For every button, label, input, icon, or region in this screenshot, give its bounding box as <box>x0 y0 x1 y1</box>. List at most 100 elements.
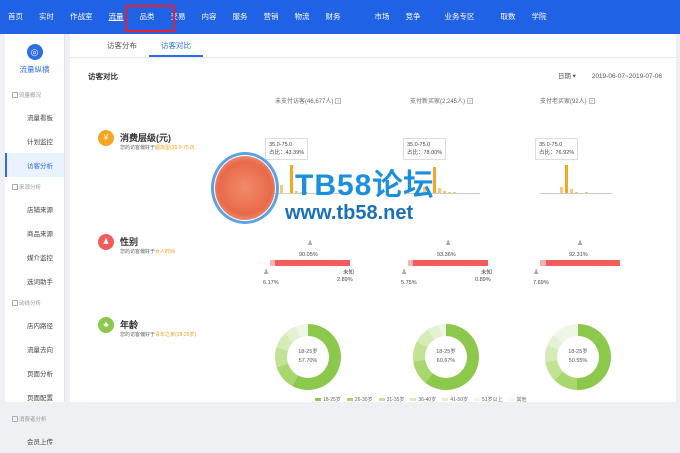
age-icon: ♣ <box>98 317 114 333</box>
age-donut: 18-25岁 60.67% <box>413 324 479 390</box>
hand-logo-icon <box>211 152 279 224</box>
consume-title: 消费层级(元) <box>120 133 171 143</box>
help-icon[interactable]: ? <box>467 98 474 104</box>
age-label: 18-25岁 <box>436 349 456 355</box>
sidebar-item[interactable]: 流量去向 <box>5 337 64 361</box>
unknown-label: 未知 <box>343 270 355 276</box>
nav-item[interactable]: 服务 <box>225 0 256 34</box>
donut-center: 18-25岁 57.70% <box>287 336 329 378</box>
watermark-text1: TB58论坛 <box>295 169 435 202</box>
sidebar-item[interactable]: 商品来源 <box>5 221 64 245</box>
sidebar-item[interactable]: 店内路径 <box>5 313 64 337</box>
female-percent: 92.31% <box>569 252 588 258</box>
male-fill <box>270 260 275 266</box>
sidebar-group-label: 来源分析 <box>5 177 64 197</box>
male-fill <box>540 260 547 266</box>
tab-item[interactable]: 访客对比 <box>149 34 203 57</box>
nav-item[interactable]: 学院 <box>524 0 555 34</box>
age-donut: 18-25岁 57.70% <box>275 324 341 390</box>
male-person-icon: ♟ <box>401 269 408 276</box>
male-percent: 5.75% <box>401 280 417 286</box>
column-header-new-buyers: 支付新买家(2,245人)? <box>410 98 474 105</box>
age-label: 18-25岁 <box>298 349 318 355</box>
tab-item[interactable]: 访客分布 <box>95 34 149 57</box>
sidebar-item[interactable]: 店铺来源 <box>5 197 64 221</box>
bar <box>570 189 573 193</box>
date-range[interactable]: 日期 ▾ 2019-06-07~2019-07-06 <box>558 70 662 80</box>
sidebar-item[interactable]: 会员上传 <box>5 429 64 453</box>
age-title: 年龄 <box>120 320 139 330</box>
nav-item[interactable]: 营销 <box>256 0 287 34</box>
sidebar-title: 流量纵横 <box>19 65 50 74</box>
tooltip-range: 35.0-75.0 <box>269 142 293 148</box>
unknown-percent: 2.89% <box>337 277 353 283</box>
female-person-icon: ♟ <box>445 240 452 247</box>
traffic-icon: ◎ <box>26 44 43 60</box>
gender-bar <box>408 260 488 266</box>
sidebar-item[interactable]: 流量看板 <box>5 105 64 129</box>
date-range-text: 2019-06-07~2019-07-06 <box>591 73 662 80</box>
tooltip-share: 占比：76.92% <box>539 150 575 156</box>
age-donut: 18-25岁 50.55% <box>545 324 611 390</box>
nav-item[interactable]: 竞争 <box>398 0 429 34</box>
watermark: TB58论坛 www.tb58.net <box>211 150 475 240</box>
person-icon: ♟ <box>98 234 114 250</box>
yen-icon: ¥ <box>98 130 114 146</box>
unknown-label: 未知 <box>481 270 493 276</box>
nav-item[interactable]: 首页 <box>0 0 31 34</box>
bar <box>560 187 563 193</box>
nav-item[interactable]: 取数 <box>493 0 524 34</box>
female-percent: 90.05% <box>299 252 318 258</box>
sidebar-item[interactable]: 页面配置 <box>5 385 64 409</box>
nav-item[interactable]: 物流 <box>287 0 318 34</box>
tab-bar: 访客分布 访客对比 <box>70 34 676 58</box>
male-person-icon: ♟ <box>263 269 270 276</box>
sidebar-item[interactable]: 选词助手 <box>5 269 64 293</box>
nav-item[interactable]: 业务专区 <box>437 0 483 34</box>
sidebar-item[interactable]: 访客分析 <box>5 153 64 177</box>
female-person-icon: ♟ <box>577 240 584 247</box>
panel-title: 访客对比 <box>88 72 118 81</box>
help-icon[interactable]: ? <box>588 98 595 104</box>
male-percent: 6.17% <box>263 280 279 286</box>
sidebar: ◎ 流量纵横 流量概况 流量看板 计划监控 访客分析 来源分析 店铺来源 商品来源 媒介监控选… <box>5 34 65 446</box>
sidebar-group-label: 动线分析 <box>5 293 64 313</box>
granularity-select[interactable]: 日期 ▾ <box>558 73 576 80</box>
consume-desc: 您的访客偏好于超高型(35.0-75.0) <box>120 145 195 151</box>
age-value: 50.55% <box>568 358 588 364</box>
female-person-icon: ♟ <box>307 240 314 247</box>
nav-item[interactable]: 市场 <box>367 0 398 34</box>
bar <box>575 192 578 193</box>
male-fill <box>408 260 413 266</box>
bar <box>585 192 588 193</box>
age-value: 60.67% <box>436 358 456 364</box>
nav-item[interactable]: 实时 <box>31 0 62 34</box>
gender-bar <box>270 260 350 266</box>
watermark-text2: www.tb58.net <box>285 202 414 224</box>
female-percent: 93.36% <box>437 252 456 258</box>
highlight-box <box>125 5 175 32</box>
gender-bar <box>540 260 620 266</box>
sidebar-item[interactable]: 媒介监控 <box>5 245 64 269</box>
tooltip-range: 35.0-75.0 <box>407 142 431 148</box>
male-person-icon: ♟ <box>533 269 540 276</box>
nav-item[interactable]: 内容 <box>194 0 225 34</box>
consume-bars <box>540 164 612 194</box>
consume-tooltip: 35.0-75.0 占比：76.92% <box>535 138 579 160</box>
bar <box>565 165 568 193</box>
sidebar-group-label: 消费者分析 <box>5 409 64 429</box>
column-header-old-buyers: 支付老买家(92人)? <box>540 98 595 105</box>
age-value: 57.70% <box>298 358 318 364</box>
top-nav: 首页 实时 作战室 流量 品类 交易 内容 服务 营销 物流 财务 市场 竞争 业务专区 取数 学院 <box>0 0 680 34</box>
nav-item[interactable]: 财务 <box>318 0 349 34</box>
sidebar-item[interactable]: 计划监控 <box>5 129 64 153</box>
sidebar-item[interactable]: 页面分析 <box>5 361 64 385</box>
age-desc: 您的访客偏好于青年之家(18-25岁) <box>120 332 197 338</box>
sidebar-group-label: 流量概况 <box>5 85 64 105</box>
nav-item[interactable]: 作战室 <box>62 0 101 34</box>
help-icon[interactable]: ? <box>335 98 342 104</box>
column-header-unpaid: 未支付访客(46,677人)? <box>275 98 342 105</box>
tooltip-range: 35.0-75.0 <box>539 142 563 148</box>
gender-desc: 您的访客偏好于女人时尚 <box>120 249 176 255</box>
donut-center: 18-25岁 50.55% <box>557 336 599 378</box>
